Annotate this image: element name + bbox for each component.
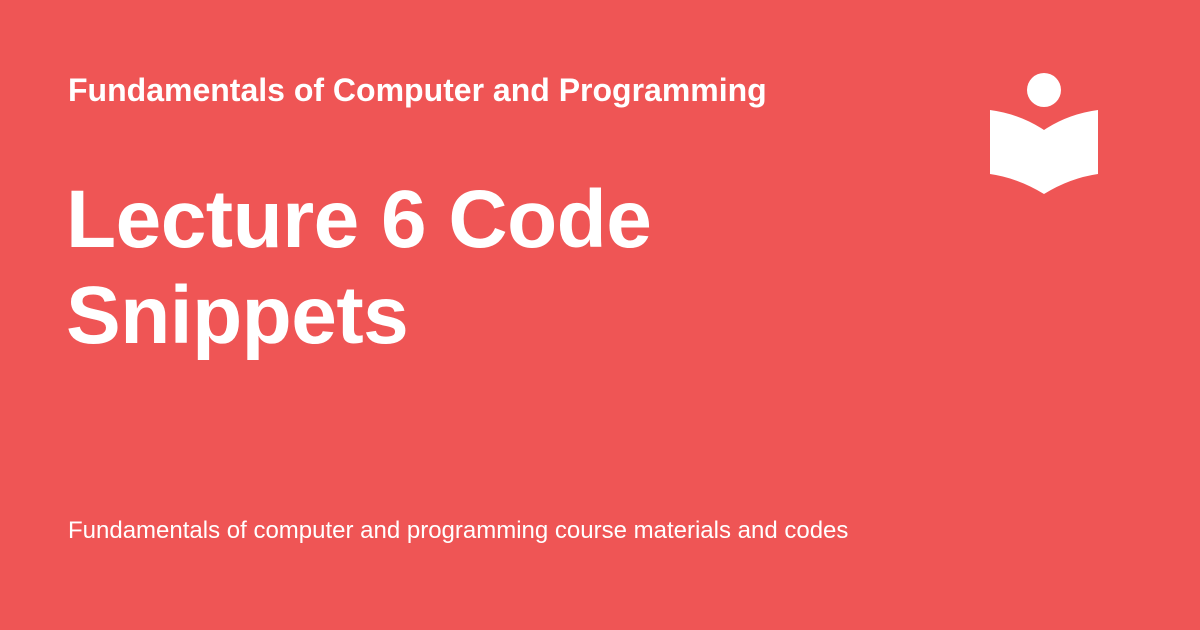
page-description: Fundamentals of computer and programming… <box>68 517 849 544</box>
page-title: Lecture 6 Code Snippets <box>66 174 652 361</box>
reader-book-icon <box>988 70 1100 196</box>
site-name: Fundamentals of Computer and Programming <box>68 72 767 108</box>
social-preview-card: Fundamentals of Computer and Programming… <box>0 0 1200 630</box>
